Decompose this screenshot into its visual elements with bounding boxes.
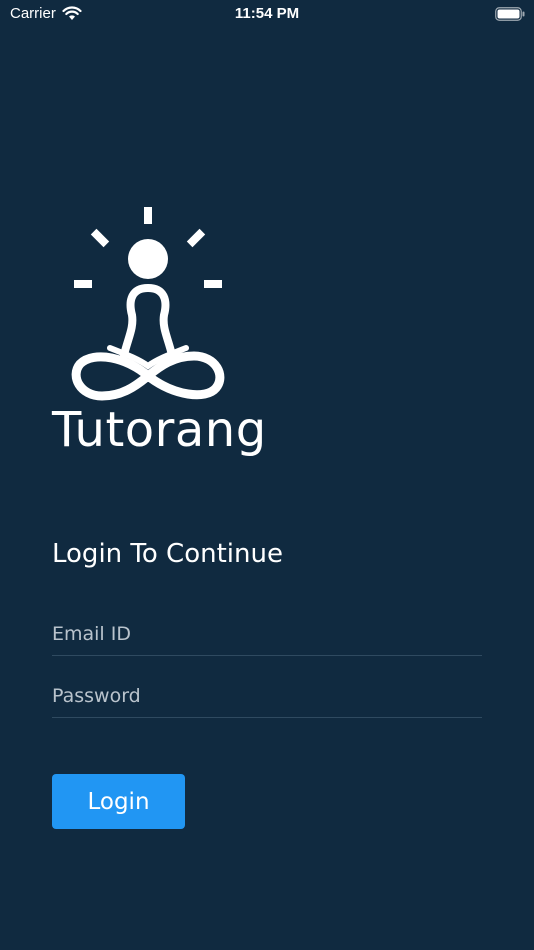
login-button[interactable]: Login: [52, 774, 185, 829]
brand-name: Tutorang: [52, 402, 267, 458]
battery-icon: [495, 7, 525, 21]
email-field[interactable]: [52, 612, 482, 656]
status-time: 11:54 PM: [234, 5, 300, 22]
password-field[interactable]: [52, 674, 482, 718]
status-bar: Carrier 11:54 PM: [0, 0, 534, 28]
meditation-logo-icon: [71, 207, 225, 401]
login-heading: Login To Continue: [52, 539, 283, 569]
